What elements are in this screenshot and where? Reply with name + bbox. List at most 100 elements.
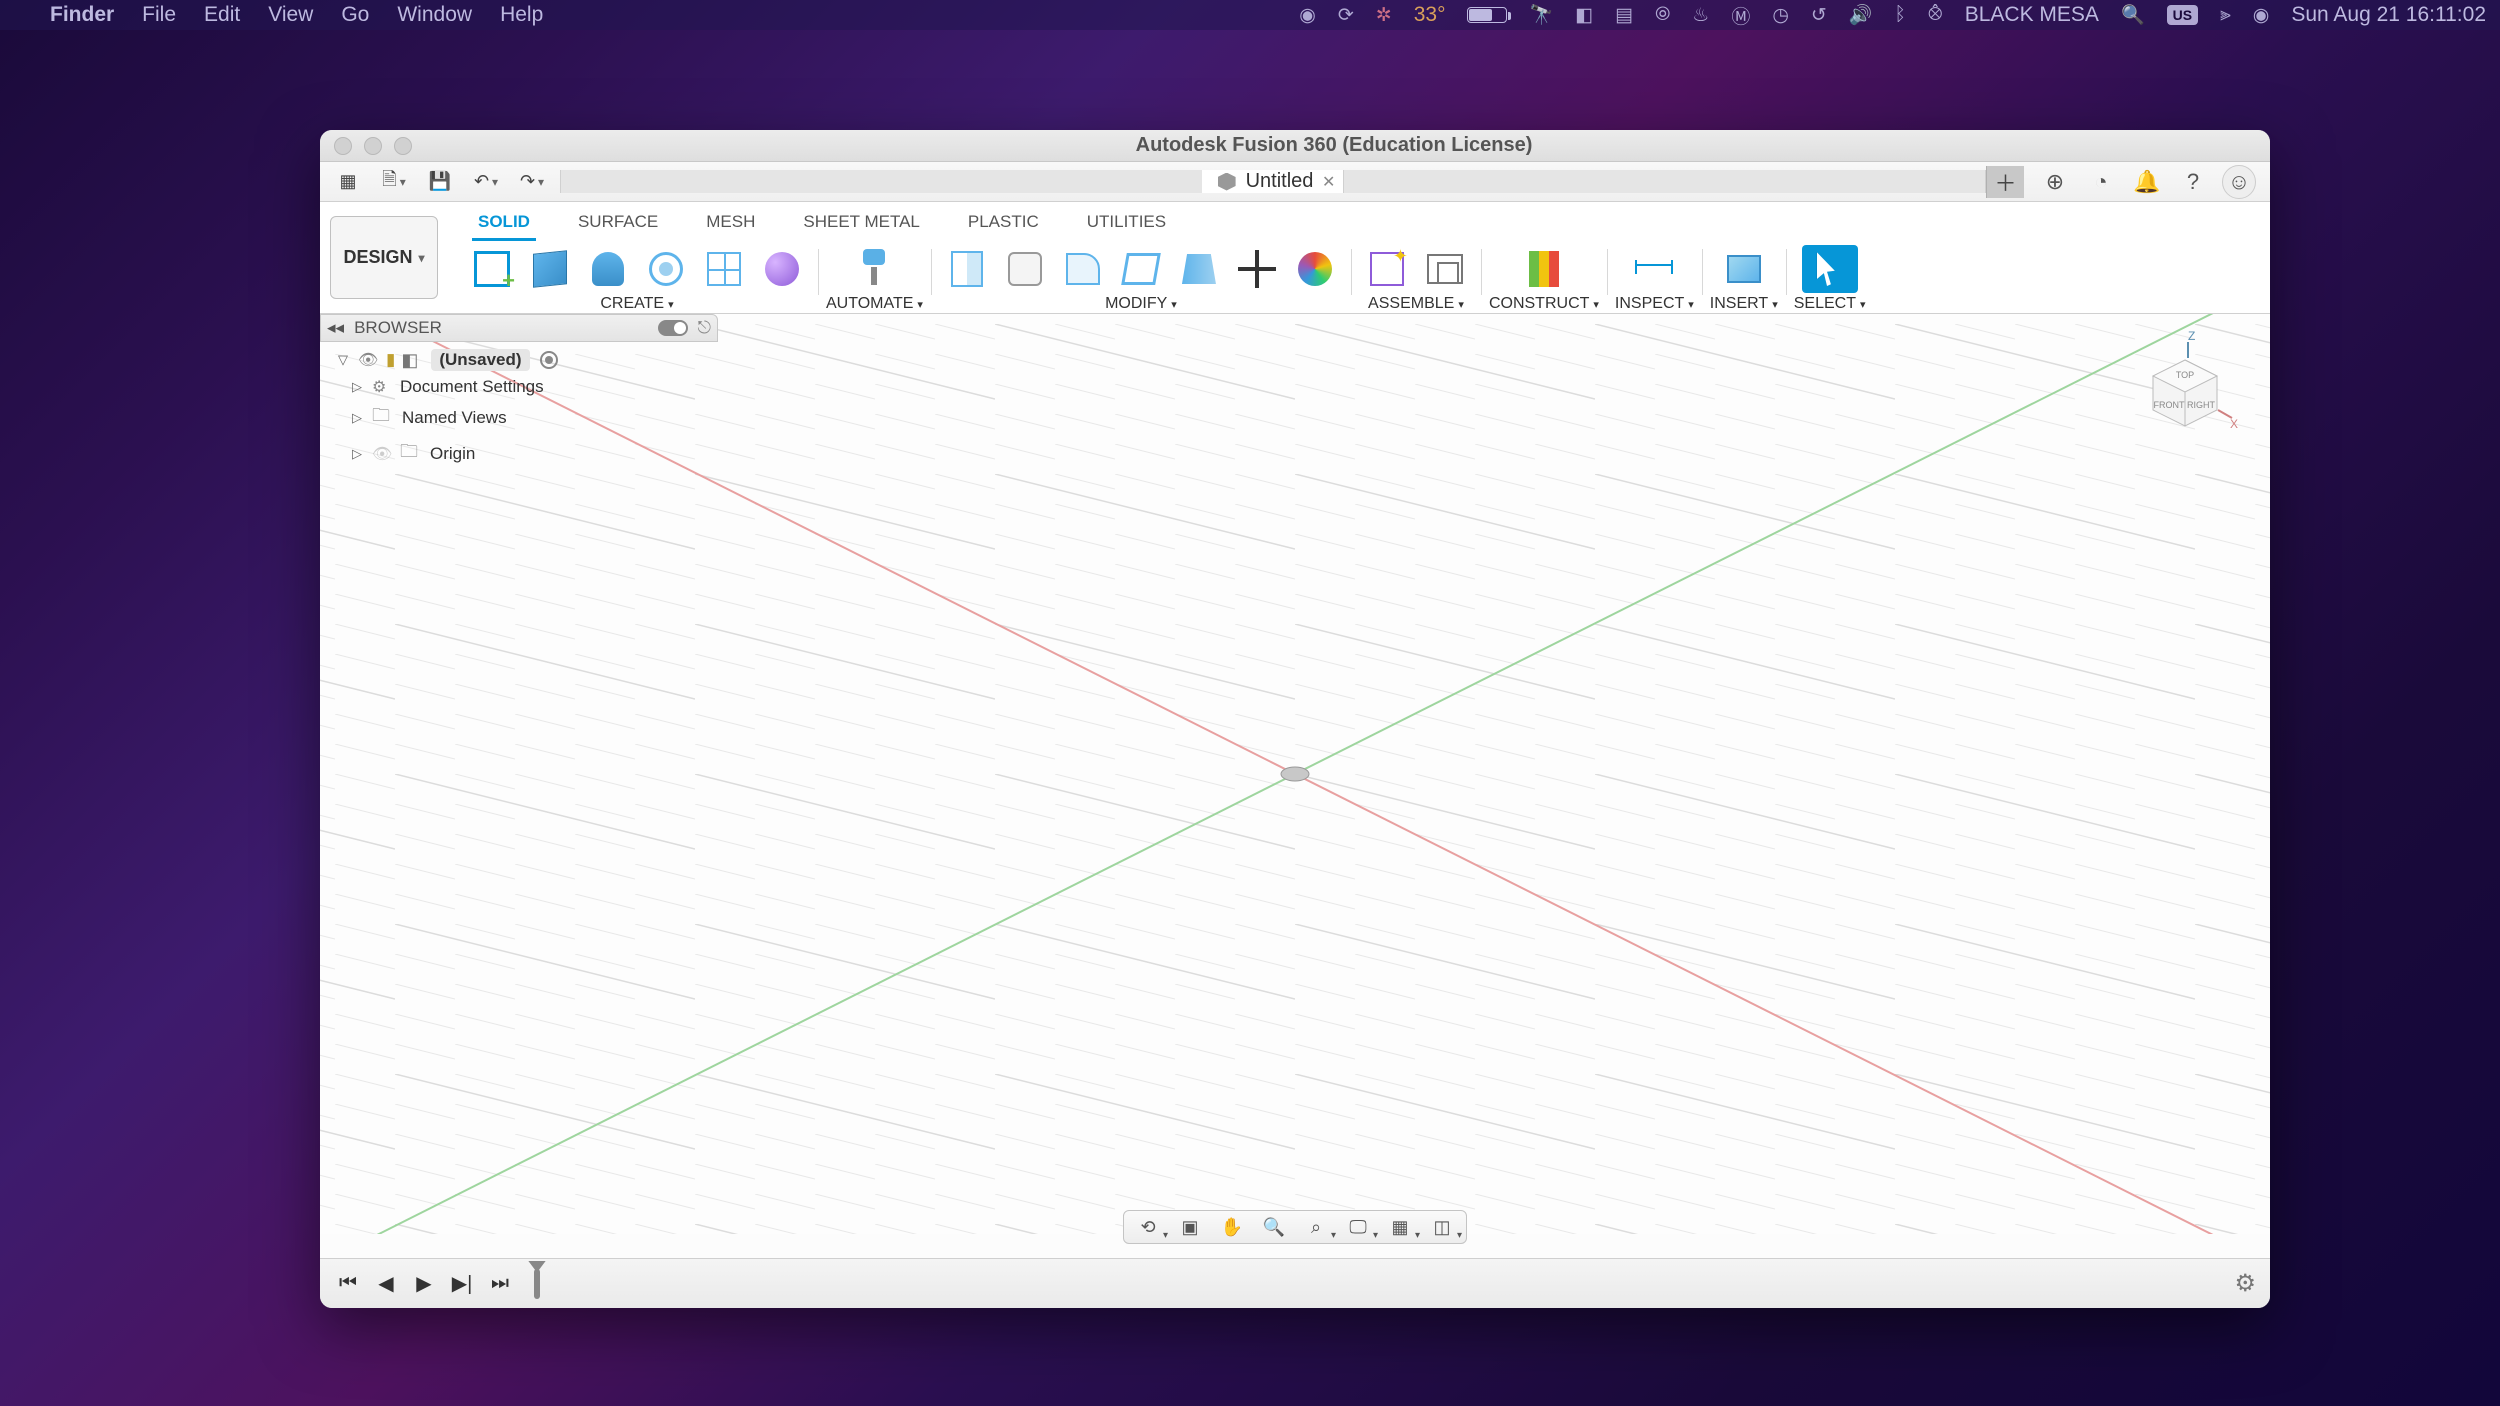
workspace-switcher[interactable]: DESIGN xyxy=(330,216,438,299)
keyboard-layout[interactable]: US xyxy=(2167,5,2198,25)
pan-button[interactable]: ✋ xyxy=(1218,1215,1246,1239)
create-sketch-button[interactable] xyxy=(464,245,520,293)
insert-dropdown[interactable]: INSERT xyxy=(1710,295,1778,313)
tree-item-document-settings[interactable]: ▷ ⚙ Document Settings xyxy=(320,374,718,400)
new-design-button[interactable]: ＋ xyxy=(1986,166,2024,198)
tree-item-origin[interactable]: ▷ 👁 🗀 Origin xyxy=(320,436,718,472)
fan-icon[interactable]: ✲ xyxy=(1376,4,1392,27)
binoculars-icon[interactable]: 🔭 xyxy=(1529,3,1553,27)
fillet-button[interactable] xyxy=(997,245,1053,293)
minimize-button[interactable] xyxy=(364,137,382,155)
select-button[interactable] xyxy=(1802,245,1858,293)
drop-icon[interactable]: ♨ xyxy=(1692,4,1709,27)
assemble-dropdown[interactable]: ASSEMBLE xyxy=(1368,295,1464,313)
browser-toggle[interactable] xyxy=(658,320,688,336)
display-settings-button[interactable]: 🖵 xyxy=(1344,1215,1372,1239)
control-center-icon[interactable]: ⫸ xyxy=(2220,4,2231,26)
wifi-icon[interactable]: ⨶ xyxy=(1928,4,1943,26)
look-at-button[interactable]: ▣ xyxy=(1176,1215,1204,1239)
bluetooth-icon[interactable]: ᛒ xyxy=(1895,4,1906,26)
file-menu-button[interactable]: 🗎 xyxy=(376,167,412,197)
redo-button[interactable]: ↷ xyxy=(514,167,550,197)
window-titlebar[interactable]: Autodesk Fusion 360 (Education License) xyxy=(320,130,2270,162)
timeline-start-button[interactable]: ⏮ xyxy=(334,1270,362,1298)
browser-pin-icon[interactable]: ⎋ xyxy=(698,318,711,338)
viewport-layout-button[interactable]: ◫ xyxy=(1428,1215,1456,1239)
save-button[interactable]: 💾 xyxy=(422,167,458,197)
battery-icon[interactable] xyxy=(1467,7,1507,23)
revolve-button[interactable] xyxy=(638,245,694,293)
tree-item-named-views[interactable]: ▷ 🗀 Named Views xyxy=(320,400,718,436)
expand-icon[interactable]: ▷ xyxy=(352,410,366,426)
document-tab[interactable]: Untitled ✕ xyxy=(1202,170,1345,193)
siri-icon[interactable]: ◉ xyxy=(2253,4,2270,27)
timeline-step-forward-button[interactable]: ▶| xyxy=(448,1270,476,1298)
tab-mesh[interactable]: MESH xyxy=(700,208,761,241)
orbit-button[interactable]: ⟲ xyxy=(1134,1215,1162,1239)
move-button[interactable] xyxy=(1229,245,1285,293)
joint-button[interactable] xyxy=(1417,245,1473,293)
timemachine-icon[interactable]: ↺ xyxy=(1811,4,1827,27)
insert-button[interactable] xyxy=(1716,245,1772,293)
notifications-button[interactable]: 🔔 xyxy=(2130,165,2164,199)
tab-utilities[interactable]: UTILITIES xyxy=(1081,208,1172,241)
timeline-marker[interactable] xyxy=(534,1269,540,1299)
viewcube[interactable]: Z TOP FRONT RIGHT X xyxy=(2130,328,2240,438)
clock-icon[interactable]: ◷ xyxy=(1772,4,1789,27)
datetime[interactable]: Sun Aug 21 16:11:02 xyxy=(2291,3,2486,27)
spotlight-icon[interactable]: 🔍 xyxy=(2121,3,2145,27)
sync-icon[interactable]: ⟳ xyxy=(1338,4,1354,27)
app-menu[interactable]: Finder xyxy=(50,3,114,27)
press-pull-button[interactable] xyxy=(939,245,995,293)
measure-button[interactable] xyxy=(1626,245,1682,293)
construct-dropdown[interactable]: CONSTRUCT xyxy=(1489,295,1599,313)
menu-file[interactable]: File xyxy=(142,3,176,27)
pattern-button[interactable] xyxy=(696,245,752,293)
gear-icon[interactable]: ⚙ xyxy=(372,377,394,397)
activate-radio[interactable] xyxy=(540,351,558,369)
menu-view[interactable]: View xyxy=(268,3,313,27)
tree-root[interactable]: ▽ 👁 ▮ ◧ (Unsaved) xyxy=(320,346,718,374)
job-status-button[interactable]: ◔ xyxy=(2084,165,2118,199)
automate-dropdown[interactable]: AUTOMATE xyxy=(826,295,923,313)
create-dropdown[interactable]: CREATE xyxy=(600,295,673,313)
collapse-icon[interactable]: ◂◂ xyxy=(327,318,344,338)
extrude-button[interactable] xyxy=(580,245,636,293)
zoom-button[interactable]: 🔍 xyxy=(1260,1215,1288,1239)
automate-button[interactable] xyxy=(846,245,902,293)
record-icon[interactable]: ◉ xyxy=(1299,4,1316,27)
timeline-step-back-button[interactable]: ◀ xyxy=(372,1270,400,1298)
draft-button[interactable] xyxy=(1171,245,1227,293)
tab-plastic[interactable]: PLASTIC xyxy=(962,208,1045,241)
menu-help[interactable]: Help xyxy=(500,3,543,27)
grid-settings-button[interactable]: ▦ xyxy=(1386,1215,1414,1239)
data-panel-button[interactable]: ▦ xyxy=(330,167,366,197)
tab-surface[interactable]: SURFACE xyxy=(572,208,664,241)
timeline-play-button[interactable]: ▶ xyxy=(410,1270,438,1298)
inspect-dropdown[interactable]: INSPECT xyxy=(1615,295,1694,313)
display-icon[interactable]: ▤ xyxy=(1615,4,1633,27)
close-tab-button[interactable]: ✕ xyxy=(1322,172,1335,192)
extensions-button[interactable]: ⊕ xyxy=(2038,165,2072,199)
help-button[interactable]: ? xyxy=(2176,165,2210,199)
visibility-icon[interactable]: 👁 xyxy=(358,350,380,370)
new-component-button[interactable] xyxy=(1359,245,1415,293)
chamfer-button[interactable] xyxy=(1055,245,1111,293)
close-button[interactable] xyxy=(334,137,352,155)
timeline-settings-button[interactable]: ⚙ xyxy=(2234,1269,2256,1298)
volume-icon[interactable]: 🔊 xyxy=(1849,3,1873,27)
expand-icon[interactable]: ▽ xyxy=(338,352,352,368)
expand-icon[interactable]: ▷ xyxy=(352,379,366,395)
menu-window[interactable]: Window xyxy=(397,3,472,27)
expand-icon[interactable]: ▷ xyxy=(352,446,366,462)
create-form-button[interactable] xyxy=(754,245,810,293)
visibility-icon[interactable]: 👁 xyxy=(372,444,394,464)
modify-dropdown[interactable]: MODIFY xyxy=(1105,295,1177,313)
tab-sheet-metal[interactable]: SHEET METAL xyxy=(797,208,926,241)
shield-icon[interactable]: ◧ xyxy=(1575,4,1593,27)
shell-button[interactable] xyxy=(1113,245,1169,293)
malware-icon[interactable]: Ⓜ xyxy=(1731,2,1750,29)
profile-button[interactable]: ☺ xyxy=(2222,165,2256,199)
airdrop-icon[interactable]: ⦾ xyxy=(1655,4,1670,26)
select-dropdown[interactable]: SELECT xyxy=(1794,295,1866,313)
